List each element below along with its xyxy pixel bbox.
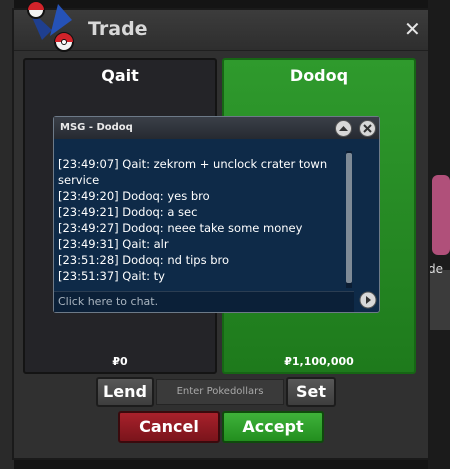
chat-title: MSG - Dodoq <box>60 122 133 133</box>
chat-title-bar[interactable]: MSG - Dodoq <box>54 117 379 139</box>
partner-money: ₽1,100,000 <box>284 355 354 368</box>
close-icon[interactable]: ✕ <box>404 17 421 41</box>
chat-message: [23:49:27] Dodoq: neee take some money <box>58 221 303 235</box>
chat-input[interactable]: Click here to chat. <box>54 291 354 312</box>
chat-message: [23:51:37] Qait: ty <box>58 269 165 283</box>
accept-button[interactable]: Accept <box>222 411 324 443</box>
background-object <box>430 270 450 330</box>
self-money: ₽0 <box>112 355 128 368</box>
window-title: Trade <box>88 18 148 40</box>
send-icon[interactable] <box>359 291 377 309</box>
self-name: Qait <box>101 66 139 85</box>
chat-message: [23:49:07] Qait: zekrom + unclock crater… <box>58 157 328 187</box>
chat-scrollbar-thumb[interactable] <box>346 153 352 283</box>
close-icon[interactable] <box>359 120 376 137</box>
set-button[interactable]: Set <box>286 377 336 407</box>
background-text: de <box>428 262 443 276</box>
background-character <box>432 175 450 255</box>
chat-message: [23:51:28] Dodoq: nd tips bro <box>58 253 230 267</box>
chat-message: [23:49:31] Qait: alr <box>58 237 169 251</box>
game-logo-icon <box>27 1 74 52</box>
pokedollars-input[interactable]: Enter Pokedollars <box>156 379 284 405</box>
chat-message: [23:49:20] Dodoq: yes bro <box>58 189 210 203</box>
chat-message: [23:49:21] Dodoq: a sec <box>58 205 198 219</box>
minimize-icon[interactable] <box>335 120 352 137</box>
partner-name: Dodoq <box>289 66 349 85</box>
background-scene-right: de <box>428 0 450 469</box>
lend-button[interactable]: Lend <box>96 377 154 407</box>
chat-window: MSG - Dodoq [23:49:07] Qait: zekrom + un… <box>53 116 380 313</box>
chat-log: [23:49:07] Qait: zekrom + unclock crater… <box>58 156 348 284</box>
cancel-button[interactable]: Cancel <box>118 411 220 443</box>
